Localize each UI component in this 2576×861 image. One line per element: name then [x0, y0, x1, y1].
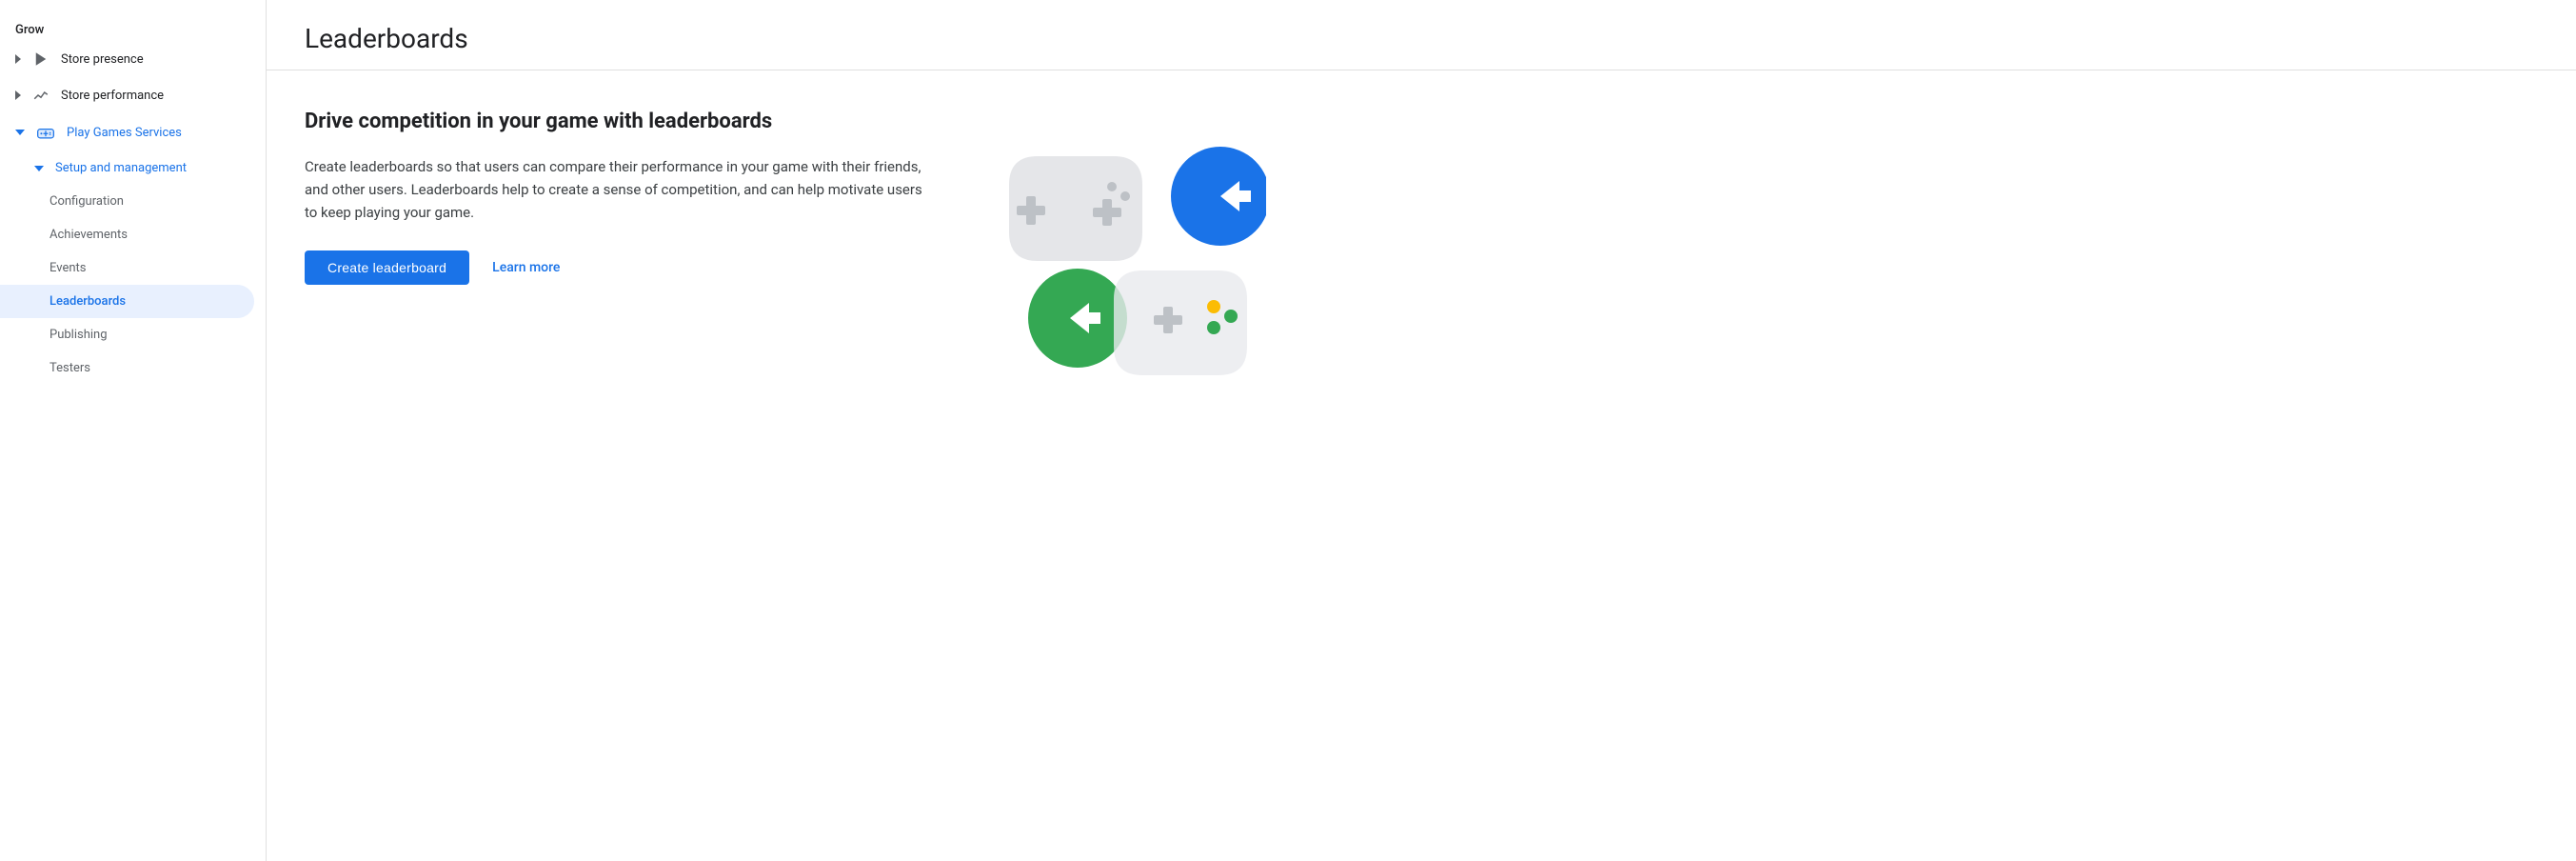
leaderboards-label: Leaderboards [50, 294, 126, 309]
sidebar-item-publishing[interactable]: Publishing [0, 318, 254, 351]
page-header: Leaderboards [267, 0, 2576, 70]
events-label: Events [50, 261, 86, 275]
sidebar-item-achievements[interactable]: Achievements [0, 218, 254, 251]
chevron-down-icon [15, 130, 25, 135]
leaderboard-description: Create leaderboards so that users can co… [305, 155, 933, 224]
actions-row: Create leaderboard Learn more [305, 250, 933, 285]
publishing-label: Publishing [50, 328, 108, 342]
sidebar-item-play-games-services[interactable]: Play Games Services [0, 113, 254, 151]
sub-items-section: Configuration Achievements Events Leader… [0, 185, 266, 385]
illustration [971, 109, 1276, 413]
page-body-text: Drive competition in your game with lead… [305, 109, 933, 285]
sidebar-item-configuration[interactable]: Configuration [0, 185, 254, 218]
leaderboard-heading: Drive competition in your game with lead… [305, 109, 933, 136]
play-games-icon [36, 123, 55, 142]
chevron-down-icon-2 [34, 166, 44, 171]
store-performance-icon [32, 87, 50, 104]
configuration-label: Configuration [50, 194, 124, 209]
chevron-right-icon [15, 54, 21, 64]
achievements-label: Achievements [50, 228, 128, 242]
create-leaderboard-button[interactable]: Create leaderboard [305, 250, 469, 285]
store-performance-label: Store performance [61, 89, 164, 103]
page-body: Drive competition in your game with lead… [267, 70, 2576, 451]
game-illustration-svg [981, 128, 1266, 394]
store-presence-icon [32, 50, 50, 68]
setup-management-label: Setup and management [55, 161, 187, 175]
grow-section-label: Grow [0, 11, 266, 41]
testers-label: Testers [50, 361, 90, 375]
store-presence-label: Store presence [61, 52, 144, 67]
sidebar-item-store-performance[interactable]: Store performance [0, 77, 254, 113]
play-games-services-label: Play Games Services [67, 126, 182, 140]
sidebar-item-store-presence[interactable]: Store presence [0, 41, 254, 77]
main-content: Leaderboards Drive competition in your g… [267, 0, 2576, 861]
sidebar-item-leaderboards[interactable]: Leaderboards [0, 285, 254, 318]
sidebar-item-setup-management[interactable]: Setup and management [0, 151, 254, 185]
learn-more-link[interactable]: Learn more [492, 260, 560, 275]
blue-circle [1171, 147, 1266, 246]
setup-management-section: Setup and management Configuration Achie… [0, 151, 266, 385]
sidebar-item-testers[interactable]: Testers [0, 351, 254, 385]
sidebar: Grow Store presence Store performance [0, 0, 267, 861]
page-title: Leaderboards [305, 23, 2538, 54]
sidebar-item-events[interactable]: Events [0, 251, 254, 285]
chevron-right-icon-2 [15, 90, 21, 100]
